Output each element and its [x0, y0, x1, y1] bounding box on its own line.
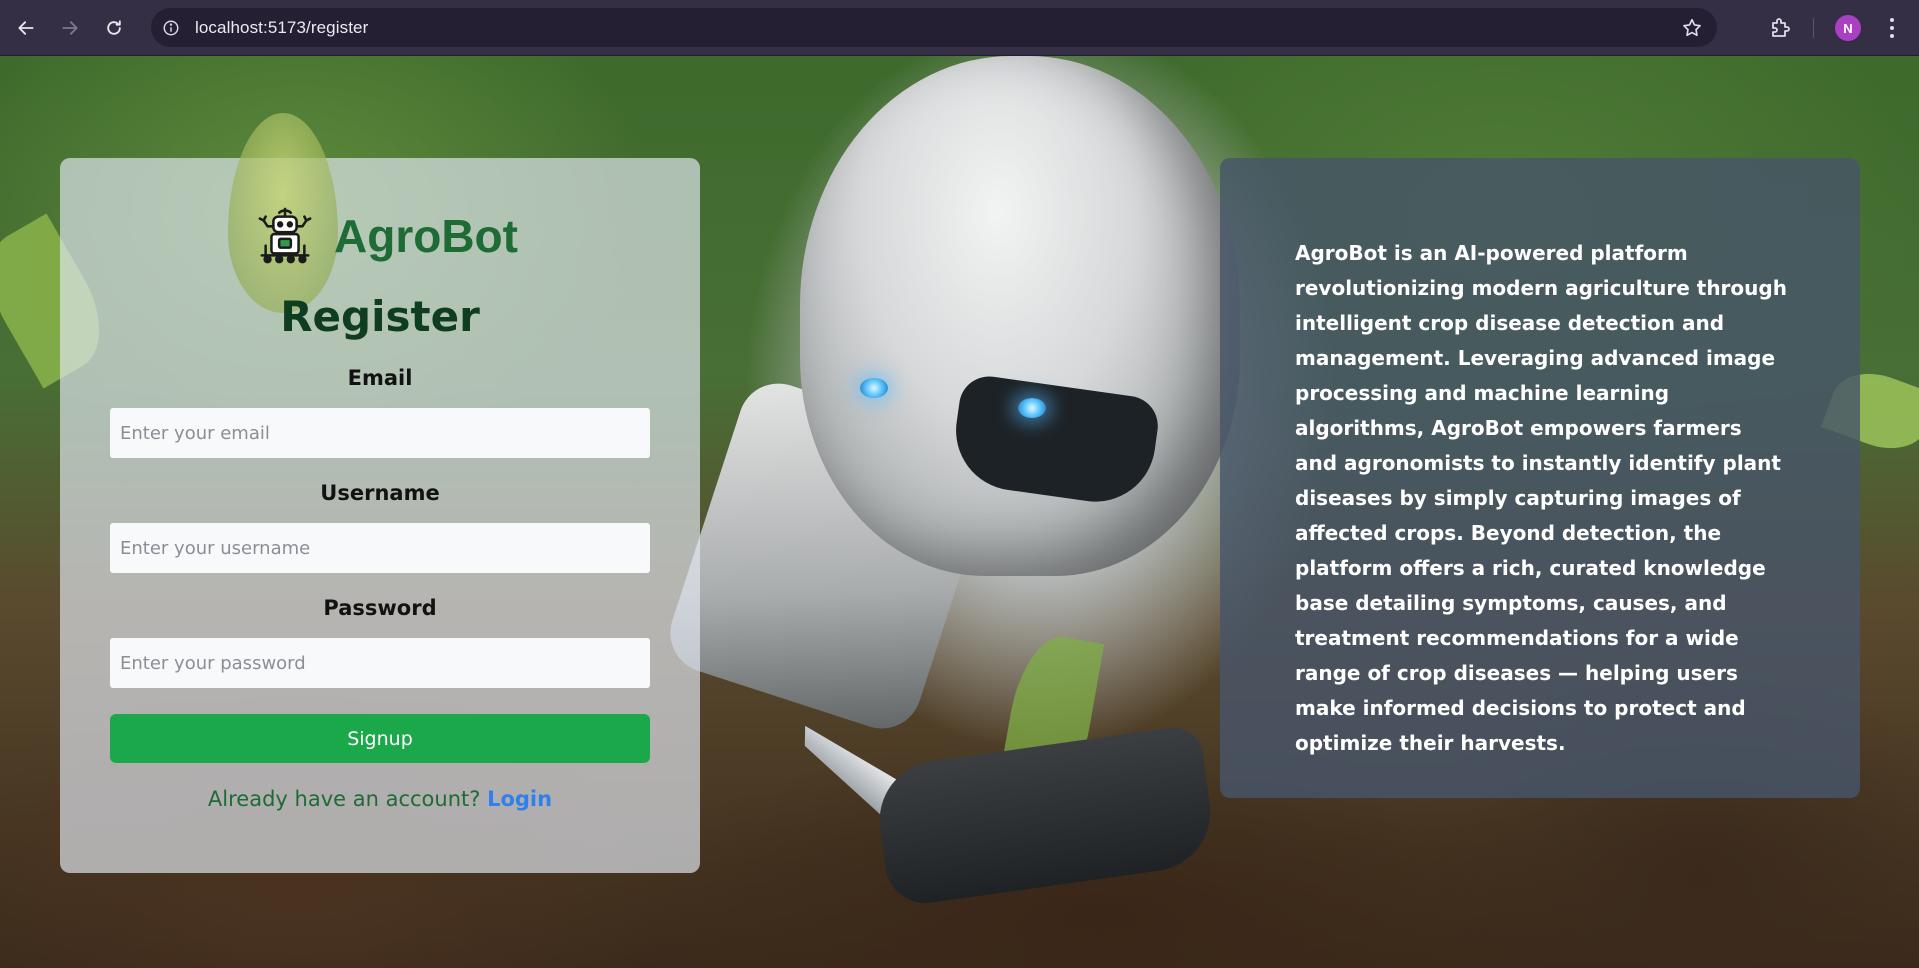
- forward-button[interactable]: [52, 10, 88, 46]
- kebab-menu-icon[interactable]: [1882, 14, 1902, 42]
- username-field[interactable]: [110, 523, 650, 573]
- email-field[interactable]: [110, 408, 650, 458]
- username-label: Username: [320, 481, 440, 505]
- toolbar-divider: [1813, 18, 1814, 38]
- robot-hand: [871, 723, 1219, 909]
- email-label: Email: [347, 366, 413, 390]
- arrow-right-icon: [62, 20, 78, 35]
- info-icon[interactable]: [161, 18, 181, 38]
- password-label: Password: [323, 596, 437, 620]
- login-link[interactable]: Login: [487, 787, 552, 811]
- brand: AgroBot: [254, 205, 518, 267]
- robot-logo-icon: [258, 207, 312, 264]
- page-title: Register: [280, 292, 480, 341]
- reload-button[interactable]: [96, 10, 132, 46]
- url-text[interactable]: localhost:5173/register: [195, 18, 368, 38]
- robot-eye-right: [1018, 398, 1046, 418]
- star-icon[interactable]: [1681, 17, 1703, 39]
- robot-eye-left: [860, 378, 888, 398]
- profile-avatar[interactable]: N: [1835, 15, 1861, 41]
- reload-icon: [107, 19, 121, 35]
- puzzle-icon[interactable]: [1768, 16, 1792, 40]
- signup-button[interactable]: Signup: [110, 714, 650, 763]
- robot-head: [800, 56, 1240, 576]
- login-prompt: Already have an account? Login: [60, 787, 700, 811]
- brand-name: AgroBot: [334, 210, 518, 262]
- login-prompt-text: Already have an account?: [207, 787, 481, 811]
- about-description: AgroBot is an AI-powered platform revolu…: [1295, 241, 1787, 755]
- address-bar[interactable]: localhost:5173/register: [151, 8, 1717, 47]
- about-panel: AgroBot is an AI-powered platform revolu…: [1220, 158, 1860, 798]
- browser-toolbar: localhost:5173/register N: [0, 0, 1919, 56]
- password-field[interactable]: [110, 638, 650, 688]
- back-button[interactable]: [8, 10, 44, 46]
- arrow-left-icon: [18, 20, 34, 35]
